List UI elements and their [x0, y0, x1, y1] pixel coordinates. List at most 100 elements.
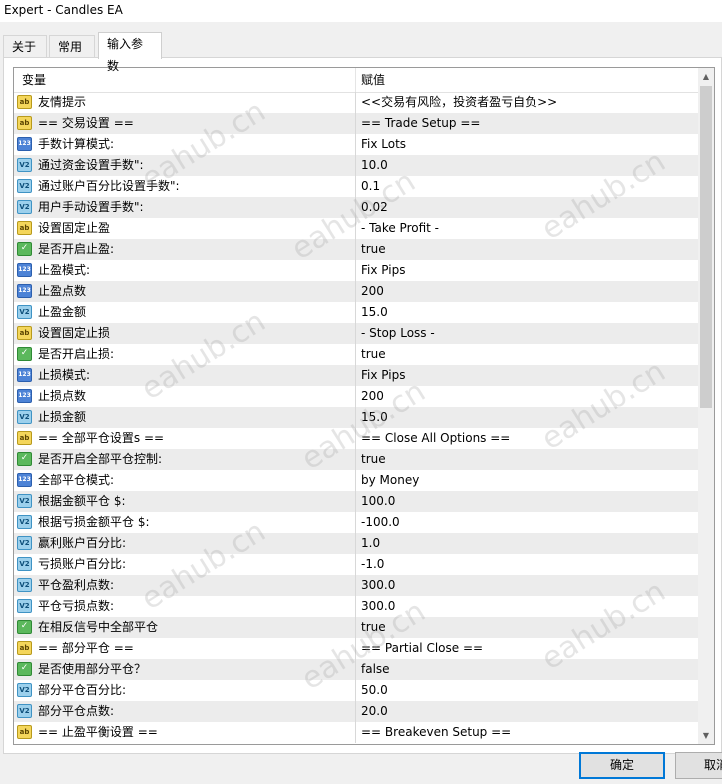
scroll-down-arrow-icon[interactable]: ▼: [698, 727, 714, 744]
integer-icon: 123: [17, 473, 32, 487]
parameter-row[interactable]: 123 止损点数 200: [14, 386, 698, 407]
parameter-row[interactable]: V2 通过资金设置手数": 10.0: [14, 155, 698, 176]
cell-divider: [355, 554, 356, 575]
parameter-value[interactable]: 15.0: [361, 302, 388, 323]
parameter-row[interactable]: ab 友情提示 <<交易有风险，投资者盈亏自负>>: [14, 92, 698, 113]
parameter-value[interactable]: - Take Profit -: [361, 218, 439, 239]
parameter-row[interactable]: ab == 交易设置 == == Trade Setup ==: [14, 113, 698, 134]
parameter-value[interactable]: 50.0: [361, 680, 388, 701]
parameter-row[interactable]: ✓ 是否开启全部平仓控制: true: [14, 449, 698, 470]
parameter-row[interactable]: ✓ 是否开启止盈: true: [14, 239, 698, 260]
parameter-row[interactable]: 123 止盈点数 200: [14, 281, 698, 302]
parameter-name: 友情提示: [38, 95, 87, 109]
parameter-value[interactable]: 100.0: [361, 491, 395, 512]
parameter-name: 平仓盈利点数:: [38, 578, 115, 592]
scroll-up-arrow-icon[interactable]: ▲: [698, 68, 714, 85]
parameter-value[interactable]: false: [361, 659, 390, 680]
integer-icon: 123: [17, 284, 32, 298]
parameter-value[interactable]: 20.0: [361, 701, 388, 722]
parameter-value[interactable]: true: [361, 239, 386, 260]
parameter-row[interactable]: V2 亏损账户百分比: -1.0: [14, 554, 698, 575]
parameter-row[interactable]: ab 设置固定止盈 - Take Profit -: [14, 218, 698, 239]
cancel-button[interactable]: 取消: [675, 752, 722, 779]
parameter-value[interactable]: 15.0: [361, 407, 388, 428]
parameter-name: 止盈点数: [38, 284, 87, 298]
parameter-row[interactable]: V2 根据金额平仓 $: 100.0: [14, 491, 698, 512]
parameter-name: 是否开启全部平仓控制:: [38, 452, 163, 466]
parameter-value[interactable]: == Partial Close ==: [361, 638, 483, 659]
parameter-name: 赢利账户百分比:: [38, 536, 127, 550]
parameter-row[interactable]: ab == 部分平仓 == == Partial Close ==: [14, 638, 698, 659]
parameter-row[interactable]: V2 止损金额 15.0: [14, 407, 698, 428]
cell-divider: [355, 176, 356, 197]
ok-button[interactable]: 确定: [579, 752, 665, 779]
parameter-value[interactable]: <<交易有风险，投资者盈亏自负>>: [361, 92, 557, 113]
double-icon: V2: [17, 515, 32, 529]
tab-about[interactable]: 关于: [3, 35, 47, 57]
string-icon: ab: [17, 116, 32, 130]
parameter-name: == 交易设置 ==: [38, 116, 134, 130]
parameter-row[interactable]: V2 平仓盈利点数: 300.0: [14, 575, 698, 596]
cell-divider: [355, 722, 356, 743]
parameter-row[interactable]: V2 部分平仓点数: 20.0: [14, 701, 698, 722]
parameter-row[interactable]: V2 止盈金额 15.0: [14, 302, 698, 323]
parameter-row[interactable]: ✓ 是否使用部分平仓？ false: [14, 659, 698, 680]
parameter-value[interactable]: 200: [361, 281, 384, 302]
parameter-value[interactable]: Fix Pips: [361, 260, 405, 281]
parameter-value[interactable]: 10.0: [361, 155, 388, 176]
parameter-value[interactable]: 0.1: [361, 176, 380, 197]
cell-divider: [355, 638, 356, 659]
parameter-value[interactable]: == Trade Setup ==: [361, 113, 480, 134]
parameter-row[interactable]: 123 全部平仓模式: by Money: [14, 470, 698, 491]
parameter-value[interactable]: -100.0: [361, 512, 400, 533]
parameter-value[interactable]: - Stop Loss -: [361, 323, 435, 344]
parameter-value[interactable]: 300.0: [361, 596, 395, 617]
double-icon: V2: [17, 557, 32, 571]
parameter-value[interactable]: Fix Pips: [361, 365, 405, 386]
parameter-name: 根据亏损金额平仓 $:: [38, 515, 150, 529]
parameter-value[interactable]: 200: [361, 386, 384, 407]
parameter-row[interactable]: ab 设置固定止损 - Stop Loss -: [14, 323, 698, 344]
parameter-value[interactable]: == Breakeven Setup ==: [361, 722, 511, 743]
parameter-row[interactable]: V2 根据亏损金额平仓 $: -100.0: [14, 512, 698, 533]
cell-divider: [355, 113, 356, 134]
parameter-row[interactable]: V2 赢利账户百分比: 1.0: [14, 533, 698, 554]
parameter-row[interactable]: V2 平仓亏损点数: 300.0: [14, 596, 698, 617]
parameter-name: 是否开启止盈:: [38, 242, 115, 256]
tab-inputs[interactable]: 输入参数: [98, 32, 162, 73]
double-icon: V2: [17, 599, 32, 613]
parameter-row[interactable]: 123 手数计算模式: Fix Lots: [14, 134, 698, 155]
parameter-row[interactable]: 123 止损模式: Fix Pips: [14, 365, 698, 386]
parameter-row[interactable]: 123 止盈模式: Fix Pips: [14, 260, 698, 281]
parameter-value[interactable]: -1.0: [361, 554, 384, 575]
parameter-value[interactable]: == Close All Options ==: [361, 428, 510, 449]
parameter-name: 全部平仓模式:: [38, 473, 115, 487]
vertical-scrollbar[interactable]: ▲ ▼: [698, 68, 714, 744]
parameter-value[interactable]: 1.0: [361, 533, 380, 554]
tab-common[interactable]: 常用: [49, 35, 95, 57]
cell-divider: [355, 386, 356, 407]
parameter-value[interactable]: true: [361, 344, 386, 365]
parameter-name: == 全部平仓设置s ==: [38, 431, 165, 445]
parameter-row[interactable]: V2 部分平仓百分比: 50.0: [14, 680, 698, 701]
parameter-row[interactable]: V2 用户手动设置手数": 0.02: [14, 197, 698, 218]
parameter-value[interactable]: true: [361, 449, 386, 470]
parameter-value[interactable]: 0.02: [361, 197, 388, 218]
cell-divider: [355, 659, 356, 680]
column-header-variable[interactable]: 变量: [22, 68, 46, 92]
parameter-row[interactable]: ✓ 是否开启止损: true: [14, 344, 698, 365]
parameter-row[interactable]: ab == 全部平仓设置s == == Close All Options ==: [14, 428, 698, 449]
scrollbar-thumb[interactable]: [700, 86, 712, 408]
string-icon: ab: [17, 95, 32, 109]
column-divider[interactable]: [355, 68, 356, 92]
cell-divider: [355, 365, 356, 386]
bool-icon: ✓: [17, 242, 32, 256]
parameter-row[interactable]: V2 通过账户百分比设置手数": 0.1: [14, 176, 698, 197]
parameter-value[interactable]: 300.0: [361, 575, 395, 596]
parameter-row[interactable]: ab == 止盈平衡设置 == == Breakeven Setup ==: [14, 722, 698, 743]
parameter-value[interactable]: by Money: [361, 470, 419, 491]
parameter-value[interactable]: Fix Lots: [361, 134, 406, 155]
parameter-value[interactable]: true: [361, 617, 386, 638]
column-header-value[interactable]: 赋值: [361, 68, 385, 92]
parameter-row[interactable]: ✓ 在相反信号中全部平仓 true: [14, 617, 698, 638]
